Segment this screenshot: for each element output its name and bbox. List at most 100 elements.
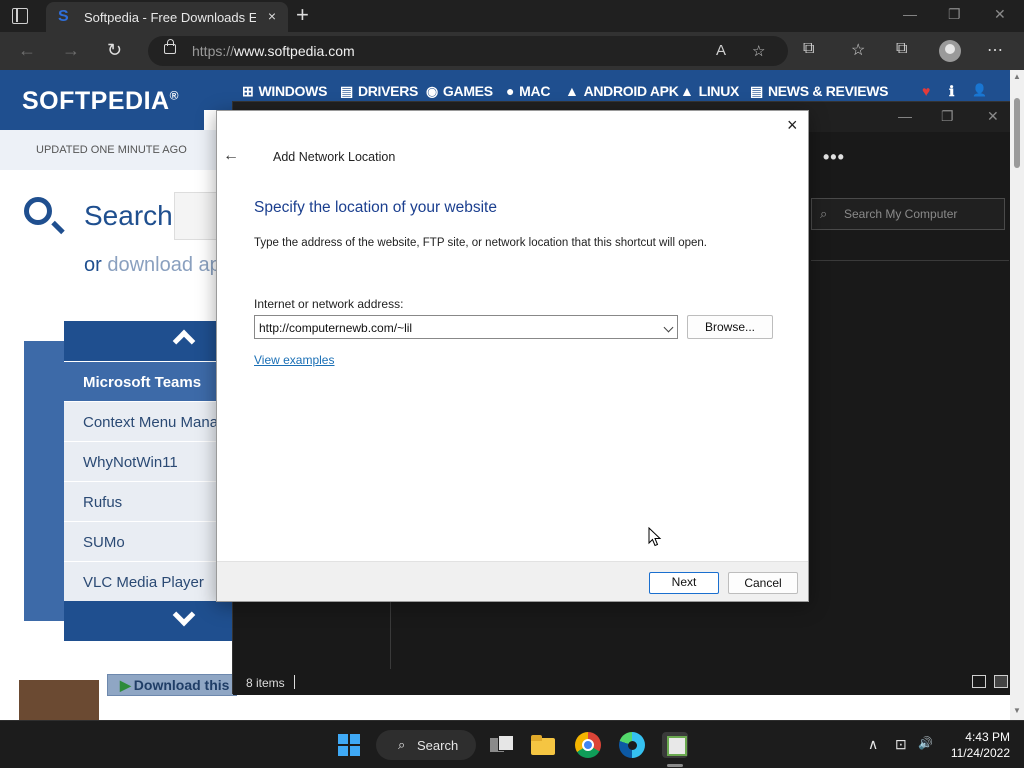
new-tab-icon[interactable]: + bbox=[296, 3, 309, 27]
nav-linux[interactable]: ▲ LINUX bbox=[680, 83, 739, 99]
nav-mac[interactable]: ● MAC bbox=[506, 83, 550, 99]
address-bar[interactable]: https://www.softpedia.com A ☆ bbox=[148, 36, 788, 66]
apple-icon: ● bbox=[506, 83, 515, 99]
control-panel-icon[interactable] bbox=[662, 732, 688, 758]
details-view-icon[interactable] bbox=[972, 675, 986, 688]
nav-windows[interactable]: ⊞ WINDOWS bbox=[242, 83, 327, 100]
lock-icon[interactable] bbox=[164, 39, 176, 54]
clock-time[interactable]: 4:43 PM bbox=[962, 730, 1010, 744]
minimize-icon[interactable]: — bbox=[903, 6, 917, 22]
clock-date[interactable]: 11/24/2022 bbox=[944, 746, 1010, 760]
explorer-status-bar: 8 items bbox=[233, 669, 1017, 695]
list-item[interactable]: Context Menu Manage bbox=[64, 401, 234, 441]
taskbar-search-label: Search bbox=[417, 738, 459, 753]
tab-softpedia[interactable]: S Softpedia - Free Downloads Enc × bbox=[46, 2, 288, 32]
forward-icon[interactable]: → bbox=[62, 40, 80, 61]
url-prefix: https:// bbox=[192, 43, 235, 59]
add-favorite-icon[interactable]: ☆ bbox=[752, 42, 765, 60]
tray-overflow-icon[interactable]: ∧ bbox=[868, 736, 878, 753]
news-icon: ▤ bbox=[750, 83, 763, 99]
page-scrollbar[interactable]: ▲ ▼ bbox=[1010, 70, 1024, 720]
url-domain: www.softpedia.com bbox=[234, 43, 355, 59]
file-explorer-icon[interactable] bbox=[531, 732, 557, 758]
extensions-icon[interactable]: ⧉ bbox=[803, 40, 814, 58]
nav-label: GAMES bbox=[442, 83, 493, 99]
url-text[interactable]: https://www.softpedia.com bbox=[192, 43, 355, 59]
network-icon[interactable]: ⊡ bbox=[895, 736, 907, 753]
cancel-button[interactable]: Cancel bbox=[728, 572, 798, 594]
status-separator bbox=[294, 675, 295, 689]
tab-close-icon[interactable]: × bbox=[268, 8, 276, 24]
list-item[interactable]: Microsoft Teams bbox=[64, 361, 234, 401]
or-label: or bbox=[84, 254, 102, 276]
explorer-more-icon[interactable]: ••• bbox=[823, 147, 845, 168]
list-scroll-up[interactable] bbox=[64, 321, 234, 361]
collections-icon[interactable]: ⧉ bbox=[896, 40, 907, 58]
browser-toolbar: ← → ↻ https://www.softpedia.com A ☆ ⧉ ☆ … bbox=[0, 32, 1024, 70]
or-download-text: or download app bbox=[84, 254, 232, 277]
network-address-value[interactable]: http://computernewb.com/~lil bbox=[259, 321, 412, 335]
list-item[interactable]: Rufus bbox=[64, 481, 234, 521]
more-options-icon[interactable]: ⋯ bbox=[987, 40, 1003, 60]
scroll-down-icon[interactable]: ▼ bbox=[1013, 706, 1021, 715]
view-examples-link[interactable]: View examples bbox=[254, 353, 334, 367]
volume-icon[interactable]: 🔊 bbox=[918, 736, 933, 750]
list-item[interactable]: VLC Media Player bbox=[64, 561, 234, 601]
tab-actions-icon[interactable] bbox=[12, 8, 28, 24]
list-item[interactable]: WhyNotWin11 bbox=[64, 441, 234, 481]
mouse-cursor-icon bbox=[648, 527, 662, 547]
side-accent bbox=[24, 341, 64, 621]
chevron-down-icon[interactable] bbox=[663, 322, 674, 333]
download-apps-link[interactable]: download app bbox=[107, 254, 232, 276]
taskbar-search[interactable]: ⌕ Search bbox=[376, 730, 476, 760]
nav-drivers[interactable]: ▤ DRIVERS bbox=[340, 83, 418, 100]
next-button[interactable]: Next bbox=[649, 572, 719, 594]
scroll-up-icon[interactable]: ▲ bbox=[1013, 72, 1021, 81]
start-icon[interactable] bbox=[338, 734, 360, 756]
scroll-thumb[interactable] bbox=[1014, 98, 1020, 168]
nav-games[interactable]: ◉ GAMES bbox=[426, 83, 493, 100]
updated-text: UPDATED ONE MINUTE AGO bbox=[36, 144, 187, 156]
explorer-maximize-icon[interactable]: ❐ bbox=[941, 108, 954, 125]
explorer-close-icon[interactable]: ✕ bbox=[987, 108, 999, 125]
nav-news-reviews[interactable]: ▤ NEWS & REVIEWS bbox=[750, 83, 889, 100]
explorer-search-input[interactable]: ⌕ Search My Computer bbox=[811, 198, 1005, 230]
nav-android[interactable]: ▲ ANDROID APK bbox=[565, 83, 679, 99]
nav-label: ANDROID APK bbox=[583, 83, 679, 99]
browser-tab-bar: S Softpedia - Free Downloads Enc × + — ❐… bbox=[0, 0, 1024, 32]
info-icon[interactable]: ℹ bbox=[949, 83, 954, 100]
registered-mark: ® bbox=[169, 88, 179, 103]
search-icon bbox=[24, 197, 52, 225]
user-icon[interactable]: 👤 bbox=[972, 83, 987, 97]
chevron-down-icon bbox=[172, 603, 196, 627]
profile-avatar[interactable] bbox=[939, 40, 961, 62]
tiles-view-icon[interactable] bbox=[994, 675, 1008, 688]
window-close-icon[interactable]: ✕ bbox=[994, 6, 1006, 23]
read-aloud-icon[interactable]: A bbox=[716, 42, 726, 59]
edge-icon[interactable] bbox=[619, 732, 645, 758]
dialog-footer: Next Cancel bbox=[217, 561, 808, 601]
explorer-minimize-icon[interactable]: — bbox=[898, 108, 912, 124]
add-network-location-dialog: × ← Add Network Location Specify the loc… bbox=[216, 110, 809, 602]
dialog-close-icon[interactable]: × bbox=[787, 115, 798, 136]
list-scroll-down[interactable] bbox=[64, 601, 234, 641]
list-item[interactable]: SUMo bbox=[64, 521, 234, 561]
updated-bar: UPDATED ONE MINUTE AGO bbox=[0, 130, 230, 170]
favorites-icon[interactable]: ☆ bbox=[851, 40, 865, 60]
heart-icon[interactable]: ♥ bbox=[922, 83, 930, 99]
reload-icon[interactable]: ↻ bbox=[107, 40, 122, 61]
address-label: Internet or network address: bbox=[254, 297, 404, 311]
browse-button[interactable]: Browse... bbox=[687, 315, 773, 339]
linux-icon: ▲ bbox=[680, 83, 694, 99]
network-address-combobox[interactable]: http://computernewb.com/~lil bbox=[254, 315, 678, 339]
divider bbox=[811, 260, 1009, 261]
dialog-back-icon[interactable]: ← bbox=[223, 147, 239, 165]
dialog-title: Add Network Location bbox=[273, 150, 396, 164]
chrome-icon[interactable] bbox=[575, 732, 601, 758]
restore-icon[interactable]: ❐ bbox=[948, 6, 961, 23]
download-button[interactable]: Download this bbox=[107, 674, 237, 696]
softpedia-logo[interactable]: SOFTPEDIA® bbox=[0, 70, 204, 130]
task-view-icon[interactable] bbox=[488, 732, 514, 758]
gamepad-icon: ◉ bbox=[426, 83, 438, 99]
back-icon[interactable]: ← bbox=[18, 40, 36, 61]
